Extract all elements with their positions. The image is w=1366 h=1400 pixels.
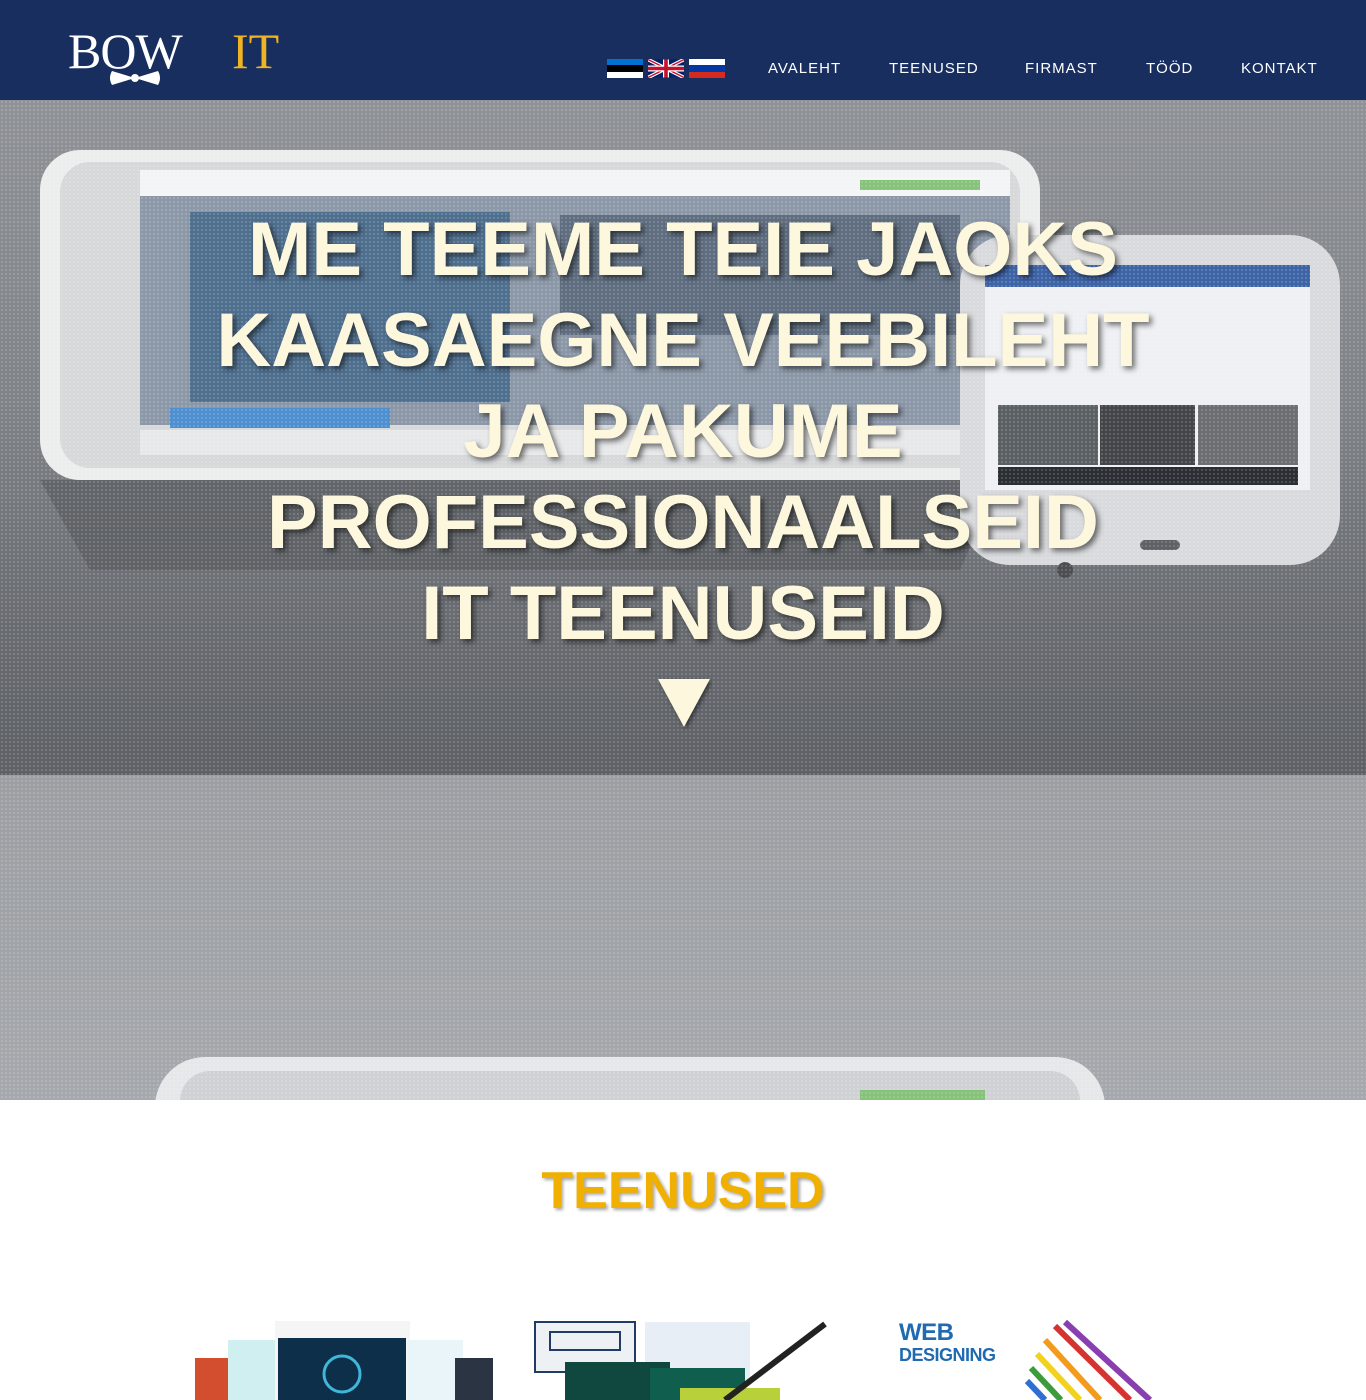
hero-line-3: JA PAKUME (463, 389, 903, 474)
service-image-web-development[interactable] (190, 1318, 495, 1400)
nav-firmast[interactable]: FIRMAST (1025, 60, 1098, 77)
business-cards-image (534, 1321, 827, 1400)
site-header: BOW IT AVALEHT TEENUSED FIRMAST TÖÖD KON… (0, 0, 1366, 100)
websites-collage-image (195, 1321, 493, 1400)
nav-teenused[interactable]: TEENUSED (889, 60, 979, 77)
hero-headline: ME TEEME TEIE JAOKS KAASAEGNE VEEBILEHT … (133, 204, 1233, 659)
hero-section: ME TEEME TEIE JAOKS KAASAEGNE VEEBILEHT … (0, 100, 1366, 775)
bow-tie-icon (110, 71, 160, 85)
service-image-print-design[interactable] (530, 1318, 835, 1400)
estonian-flag-icon[interactable] (607, 59, 643, 78)
nav-tood[interactable]: TÖÖD (1146, 60, 1193, 77)
logo[interactable]: BOW IT (68, 24, 292, 86)
services-title: TEENUSED (541, 1162, 825, 1220)
english-flag-icon[interactable] (648, 59, 684, 78)
hero-line-1: ME TEEME TEIE JAOKS (248, 207, 1118, 292)
nav-kontakt[interactable]: KONTAKT (1241, 60, 1318, 77)
parallax-band (0, 775, 1366, 1100)
russian-flag-icon[interactable] (689, 59, 725, 78)
colored-pencils-image (1024, 1319, 1153, 1400)
logo-word-bow: BOW (68, 23, 183, 79)
service-image-web-designing[interactable]: WEB DESIGNING (895, 1318, 1185, 1400)
hero-line-4: PROFESSIONAALSEID (267, 480, 1099, 565)
hero-line-5: IT TEENUSEID (421, 571, 945, 656)
logo-word-it: IT (232, 23, 280, 79)
nav-avaleht[interactable]: AVALEHT (768, 60, 841, 77)
dot-overlay (0, 775, 1366, 1100)
hero-line-2: KAASAEGNE VEEBILEHT (216, 298, 1150, 383)
scroll-down-arrow-icon[interactable] (656, 675, 712, 731)
